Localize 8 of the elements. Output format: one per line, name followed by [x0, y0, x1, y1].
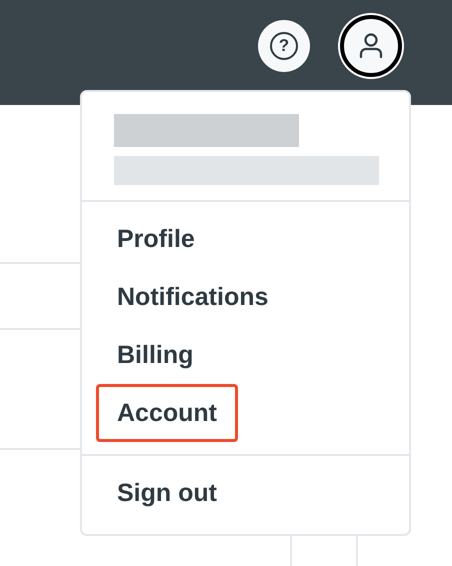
help-button[interactable]: ? — [258, 20, 310, 72]
menu-item[interactable]: Billing — [96, 326, 214, 384]
menu-item[interactable]: Account — [96, 384, 238, 442]
menu-item[interactable]: Notifications — [96, 268, 290, 326]
menu-item[interactable]: Sign out — [96, 464, 238, 522]
avatar-button[interactable] — [340, 14, 402, 76]
menu-item[interactable]: Profile — [96, 210, 216, 268]
user-icon — [359, 32, 383, 58]
